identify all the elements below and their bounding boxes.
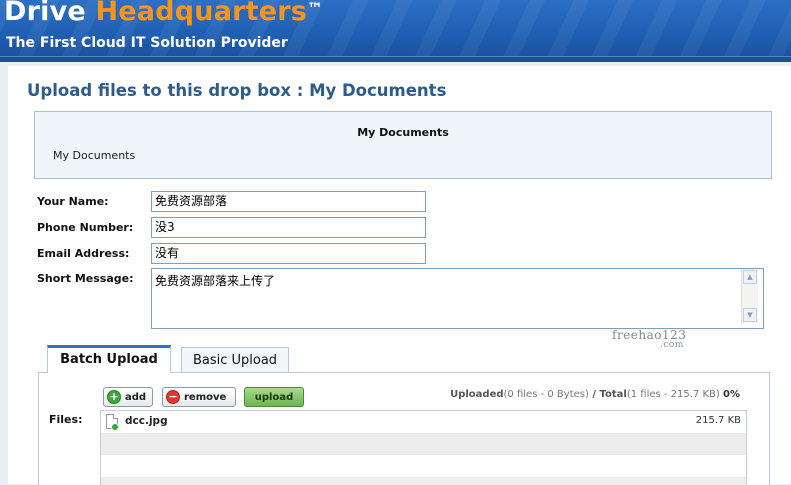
empty-file-row [101,433,746,455]
message-label: Short Message: [37,272,134,285]
dropbox-name: My Documents [357,126,449,139]
status-separator: / [588,389,600,400]
image-file-icon [106,414,119,431]
remove-button-label: remove [184,391,227,403]
add-button[interactable]: + add [103,387,153,407]
trademark-symbol: ™ [307,0,324,18]
brand-word-drive: Drive [4,0,96,27]
phone-field[interactable] [151,217,426,238]
header-strip [0,56,791,62]
total-detail: (1 files - 215.7 KB) [626,389,720,400]
name-field[interactable] [151,191,426,212]
files-label: Files: [49,413,83,426]
scroll-up-icon[interactable]: ▲ [743,270,757,284]
tab-basic-upload[interactable]: Basic Upload [181,347,289,373]
uploaded-detail: (0 files - 0 Bytes) [503,389,589,400]
progress-percent: 0% [723,389,740,400]
upload-button-label: upload [254,391,294,403]
file-list[interactable]: dcc.jpg 215.7 KB [100,410,747,485]
message-scrollbar[interactable]: ▲ ▼ [741,269,758,323]
watermark-sub: .com [660,340,684,350]
page-title: Upload files to this drop box : My Docum… [27,81,447,100]
email-label: Email Address: [37,247,130,260]
scroll-down-icon[interactable]: ▼ [743,308,757,322]
phone-label: Phone Number: [37,221,134,234]
dropbox-info-box: My Documents My Documents [34,111,772,179]
file-row[interactable]: dcc.jpg 215.7 KB [101,411,746,433]
site-header: Drive Headquarters™ The First Cloud IT S… [0,0,791,62]
file-size: 215.7 KB [695,415,741,426]
file-ok-icon [111,423,119,431]
message-field[interactable]: 免费资源部落来上传了 [151,268,764,329]
email-field[interactable] [151,243,426,264]
add-button-label: add [125,391,147,403]
dropbox-description: My Documents [53,149,136,162]
tab-batch-upload[interactable]: Batch Upload [47,345,171,373]
add-icon: + [107,390,121,404]
brand-logo[interactable]: Drive Headquarters™ [4,0,323,27]
file-name: dcc.jpg [125,415,168,427]
empty-file-row [101,455,746,477]
name-label: Your Name: [37,195,109,208]
upload-button[interactable]: upload [244,387,304,407]
upload-status: Uploaded(0 files - 0 Bytes) / Total(1 fi… [450,389,740,400]
content-panel: Upload files to this drop box : My Docum… [8,66,791,485]
brand-word-headquarters: Headquarters [95,0,308,27]
watermark: freehao123 .com [612,328,686,350]
uploaded-label: Uploaded [450,389,504,400]
remove-button[interactable]: − remove [162,387,236,407]
total-label: Total [599,389,627,400]
brand-tagline: The First Cloud IT Solution Provider [6,35,288,51]
remove-icon: − [166,390,180,404]
